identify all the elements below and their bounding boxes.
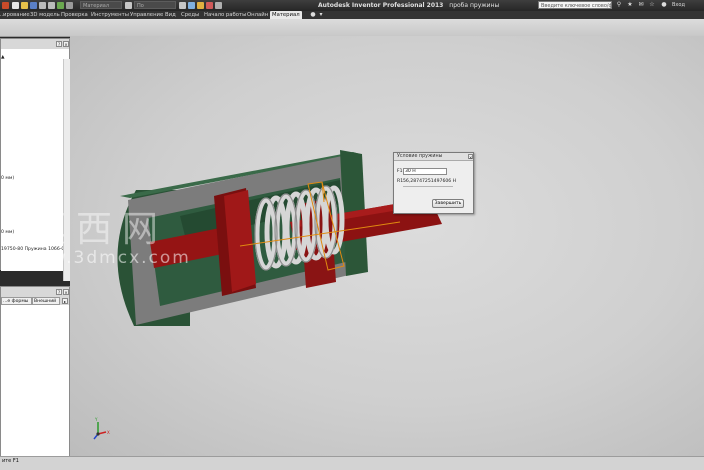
save-icon[interactable] <box>30 2 37 9</box>
binoculars-icon[interactable]: ⚲ <box>616 2 622 8</box>
tab-get-started[interactable]: Начало работы <box>204 11 246 19</box>
spring-condition-dialog: Условие пружины × F1: R1: 56,28747251497… <box>393 152 474 214</box>
window-title: Autodesk Inventor Professional 2013 проб… <box>318 0 499 11</box>
watermark-url: www.3dmcx.com <box>20 248 191 268</box>
tab-view[interactable]: Вид <box>165 11 176 19</box>
undo-icon[interactable] <box>39 2 46 9</box>
redo-icon[interactable] <box>48 2 55 9</box>
parameters-icon[interactable] <box>215 2 222 9</box>
measure-icon[interactable] <box>197 2 204 9</box>
material-picker-icon[interactable] <box>125 2 132 9</box>
tab-manage[interactable]: Управление <box>130 11 163 19</box>
tab-modeling[interactable]: ...ирование <box>0 11 30 19</box>
lower-panel: ? × ...е формы Внешний ▸ <box>0 286 70 456</box>
appearance-picker-icon[interactable] <box>179 2 186 9</box>
lower-panel-help-icon[interactable]: ? <box>56 289 62 295</box>
print-icon[interactable] <box>66 2 73 9</box>
tab-3d-model[interactable]: 3D модель <box>30 11 60 19</box>
app-logo-icon[interactable] <box>2 2 9 9</box>
xyz-triad-icon: Y X <box>93 417 110 440</box>
home-icon[interactable] <box>57 2 64 9</box>
help-search-input[interactable]: Введите ключевое слово/фразу <box>538 1 612 9</box>
status-text: ите F1 <box>2 458 19 464</box>
finish-button[interactable]: Завершить <box>432 199 464 208</box>
material-combo[interactable]: Материал <box>80 1 122 9</box>
dialog-close-icon[interactable]: × <box>468 154 473 160</box>
open-file-icon[interactable] <box>21 2 28 9</box>
dialog-title[interactable]: Условие пружины <box>394 153 473 161</box>
ribbon-tab-bar: ...ирование 3D модель Проверка Инструмен… <box>0 11 704 19</box>
tab-shape[interactable]: ...е формы <box>1 297 32 305</box>
f1-input[interactable] <box>403 168 447 175</box>
lower-panel-body <box>1 305 69 456</box>
tree-marker-icon: ▲ <box>1 55 5 60</box>
color-icon[interactable] <box>206 2 213 9</box>
ribbon-panel <box>0 19 704 37</box>
tree-item[interactable]: 0 мм) <box>1 176 14 181</box>
panel-help-icon[interactable]: ? <box>56 41 62 47</box>
lower-panel-close-icon[interactable]: × <box>63 289 69 295</box>
communication-icon[interactable]: ✉ <box>638 2 644 8</box>
dialog-separator <box>403 186 453 187</box>
ribbon-options-icon[interactable]: ● <box>310 12 316 18</box>
tab-tools[interactable]: Инструменты <box>91 11 129 19</box>
tab-external[interactable]: Внешний <box>32 297 60 305</box>
tab-inspect[interactable]: Проверка <box>61 11 88 19</box>
document-name: проба пружины <box>449 2 500 9</box>
svg-text:Y: Y <box>94 417 98 422</box>
svg-text:X: X <box>107 430 110 435</box>
r1-result: 56,28747251497606 Н <box>403 179 457 184</box>
tree-item[interactable]: 0 мм) <box>1 230 14 235</box>
status-bar: ите F1 <box>0 456 704 470</box>
sign-in-label[interactable]: Вход <box>672 0 685 11</box>
lower-panel-expand-icon[interactable]: ▸ <box>62 298 68 304</box>
update-icon[interactable] <box>188 2 195 9</box>
tab-environments[interactable]: Среды <box>181 11 199 19</box>
app-name: Autodesk Inventor Professional 2013 <box>318 2 444 9</box>
favorites-icon[interactable]: ☆ <box>649 2 655 8</box>
watermark-logo: 莫西网 <box>30 209 169 250</box>
tab-online[interactable]: Онлайн <box>247 11 268 19</box>
subscription-icon[interactable]: ★ <box>627 2 633 8</box>
new-file-icon[interactable] <box>12 2 19 9</box>
appearance-combo[interactable]: По умолчанию <box>134 1 176 17</box>
ribbon-collapse-icon[interactable]: ▾ <box>318 12 324 18</box>
tab-material[interactable]: Материал <box>270 11 302 19</box>
title-bar: Материал По умолчанию Autodesk Inventor … <box>0 0 704 17</box>
user-icon[interactable]: ● <box>661 2 667 8</box>
panel-close-icon[interactable]: × <box>63 41 69 47</box>
